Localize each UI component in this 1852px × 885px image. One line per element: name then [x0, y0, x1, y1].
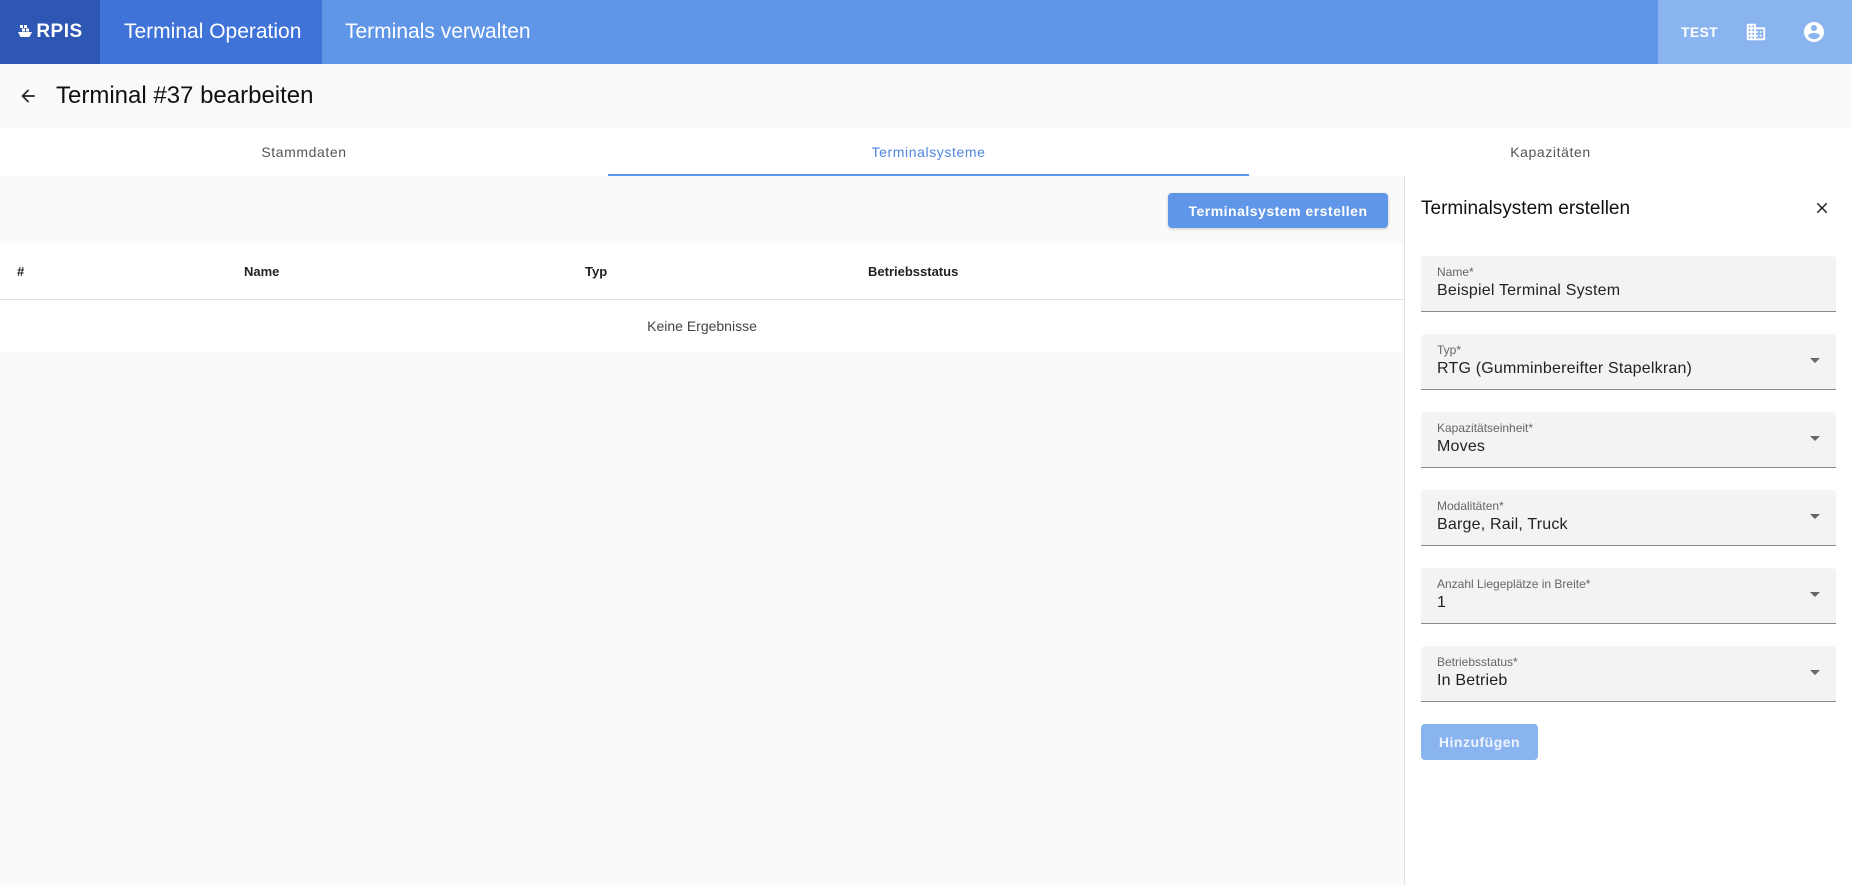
back-arrow-icon[interactable] [16, 84, 40, 108]
berth-count-value: 1 [1437, 594, 1447, 611]
main-content: Terminalsystem erstellen # Name Typ Betr… [0, 176, 1404, 885]
empty-state-text: Keine Ergebnisse [647, 318, 757, 334]
table-header: # Name Typ Betriebsstatus [0, 244, 1404, 300]
panel-title: Terminalsystem erstellen [1421, 198, 1631, 219]
tab-kapazitaeten[interactable]: Kapazitäten [1249, 128, 1852, 176]
name-field-label: Name* [1437, 265, 1474, 279]
berth-count-label: Anzahl Liegeplätze in Breite* [1437, 577, 1591, 591]
capacity-unit-select[interactable]: Kapazitätseinheit* Moves [1421, 412, 1836, 468]
breadcrumb[interactable]: Terminals verwalten [322, 0, 531, 64]
type-select[interactable]: Typ* RTG (Gumminbereifter Stapelkran) [1421, 334, 1836, 390]
type-select-label: Typ* [1437, 343, 1462, 357]
type-select-value: RTG (Gumminbereifter Stapelkran) [1437, 360, 1693, 377]
account-circle-icon[interactable] [1802, 20, 1826, 44]
page-title: Terminal #37 bearbeiten [56, 82, 314, 109]
dropdown-arrow-icon [1810, 436, 1820, 441]
operating-status-label: Betriebsstatus* [1437, 655, 1518, 669]
modalities-label: Modalitäten* [1437, 499, 1504, 513]
empty-state-row: Keine Ergebnisse [0, 300, 1404, 352]
dropdown-arrow-icon [1810, 514, 1820, 519]
building-icon[interactable] [1744, 20, 1768, 44]
modalities-select[interactable]: Modalitäten* Barge, Rail, Truck [1421, 490, 1836, 546]
capacity-unit-value: Moves [1437, 438, 1486, 455]
logo[interactable]: RPIS [0, 0, 100, 64]
capacity-unit-label: Kapazitätseinheit* [1437, 421, 1534, 435]
top-app-bar: RPIS Terminal Operation Terminals verwal… [0, 0, 1852, 64]
app-title[interactable]: Terminal Operation [100, 0, 322, 64]
column-header-number[interactable]: # [17, 264, 24, 279]
modalities-value: Barge, Rail, Truck [1437, 516, 1568, 533]
tab-bar: Stammdaten Terminalsysteme Kapazitäten [0, 128, 1852, 176]
create-terminal-system-button[interactable]: Terminalsystem erstellen [1168, 193, 1388, 228]
ship-icon [18, 25, 33, 37]
page-header: Terminal #37 bearbeiten [0, 64, 1852, 128]
name-field-value: Beispiel Terminal System [1437, 282, 1621, 299]
tab-stammdaten[interactable]: Stammdaten [0, 128, 608, 176]
dropdown-arrow-icon [1810, 670, 1820, 675]
top-bar-actions: TEST [1658, 0, 1852, 64]
logo-text: RPIS [36, 21, 83, 42]
name-field[interactable]: Name* Beispiel Terminal System [1421, 256, 1836, 312]
dropdown-arrow-icon [1810, 592, 1820, 597]
column-header-name[interactable]: Name [244, 264, 279, 279]
add-button[interactable]: Hinzufügen [1421, 724, 1538, 760]
operating-status-value: In Betrieb [1437, 672, 1508, 689]
create-panel: Terminalsystem erstellen Name* Beispiel … [1404, 176, 1852, 885]
column-header-type[interactable]: Typ [585, 264, 607, 279]
berth-count-select[interactable]: Anzahl Liegeplätze in Breite* 1 [1421, 568, 1836, 624]
tab-terminalsysteme[interactable]: Terminalsysteme [608, 128, 1249, 176]
column-header-status[interactable]: Betriebsstatus [868, 264, 958, 279]
close-icon[interactable] [1810, 196, 1834, 220]
environment-badge: TEST [1681, 24, 1718, 40]
dropdown-arrow-icon [1810, 358, 1820, 363]
operating-status-select[interactable]: Betriebsstatus* In Betrieb [1421, 646, 1836, 702]
terminal-systems-table: # Name Typ Betriebsstatus Keine Ergebnis… [0, 244, 1404, 352]
